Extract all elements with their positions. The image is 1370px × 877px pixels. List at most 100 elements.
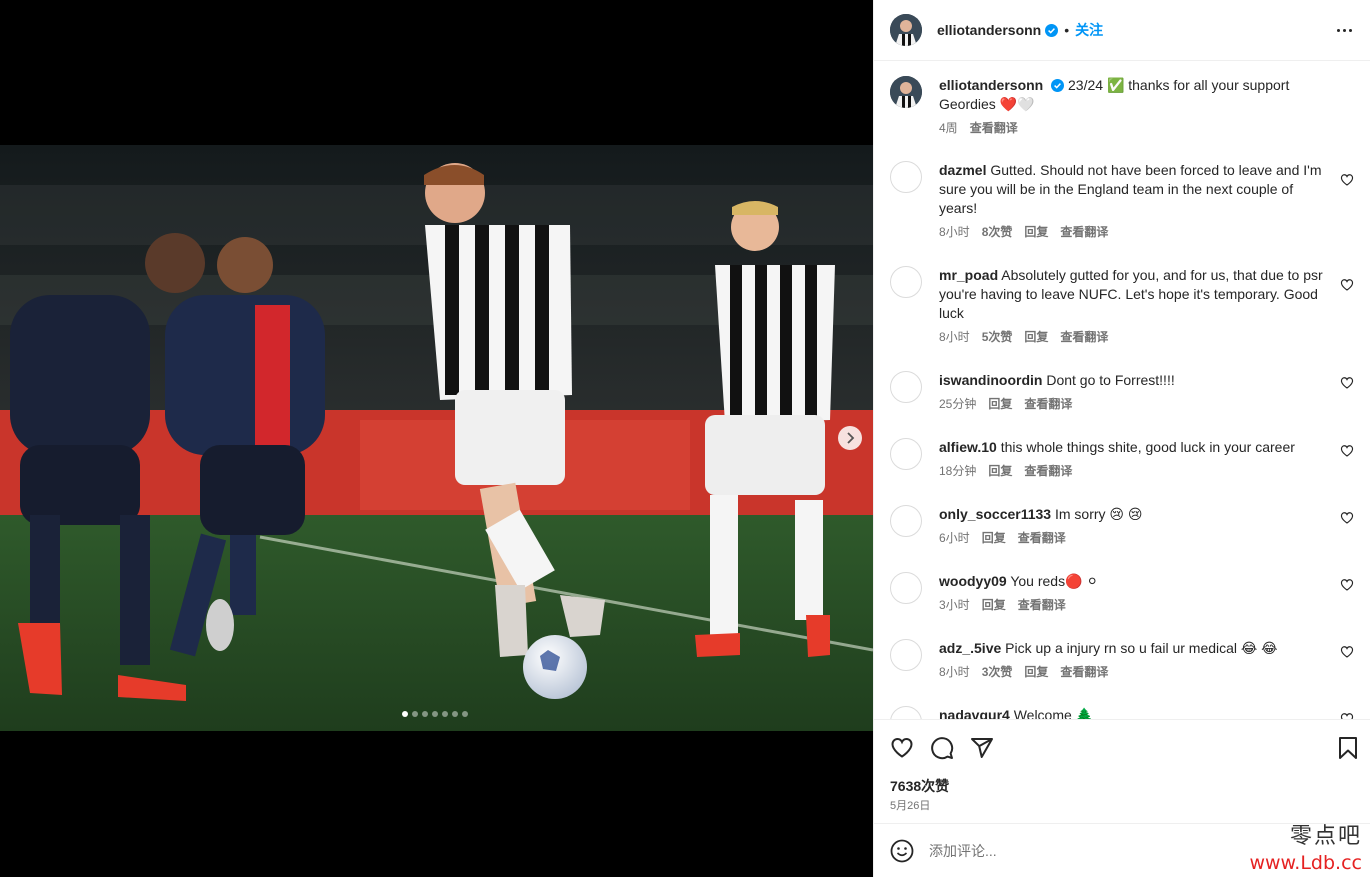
comment-like-count[interactable]: 8次赞 [982, 223, 1013, 242]
carousel-indicator [402, 711, 468, 717]
football-photo [0, 145, 873, 731]
comment-item: dazmel Gutted. Should not have been forc… [890, 161, 1354, 242]
comment-like-icon[interactable] [1340, 444, 1354, 458]
comment-username[interactable]: woodyy09 [939, 573, 1007, 589]
caption-avatar[interactable] [890, 76, 922, 108]
comment-time: 25分钟 [939, 397, 977, 411]
comment-item: nadavgur4 Welcome 🌲 [890, 706, 1354, 719]
comment-reply-button[interactable]: 回复 [988, 462, 1012, 481]
comment-translate-button[interactable]: 查看翻译 [1018, 596, 1066, 615]
caption-time: 4周 [939, 121, 958, 135]
media-viewer [0, 0, 873, 877]
author-avatar[interactable] [890, 14, 922, 46]
comment-like-icon[interactable] [1340, 278, 1354, 292]
comment-like-icon[interactable] [1340, 578, 1354, 592]
comment-like-count[interactable]: 3次赞 [982, 663, 1013, 682]
carousel-dot [422, 711, 428, 717]
comment-translate-button[interactable]: 查看翻译 [1024, 395, 1072, 414]
comment-reply-button[interactable]: 回复 [1024, 663, 1048, 682]
comment-time: 18分钟 [939, 464, 977, 478]
comments-list[interactable]: elliotandersonn 23/24 ✅ thanks for all y… [874, 61, 1370, 719]
chevron-right-icon [847, 432, 855, 444]
post-actions: 7638次赞 5月26日 [874, 719, 1370, 823]
comment-like-icon[interactable] [1340, 173, 1354, 187]
caption-translate-button[interactable]: 查看翻译 [970, 119, 1018, 138]
comment-time: 6小时 [939, 531, 970, 545]
comment-translate-button[interactable]: 查看翻译 [1024, 462, 1072, 481]
comment-reply-button[interactable]: 回复 [1024, 223, 1048, 242]
comment-item: iswandinoordin Dont go to Forrest!!!! 25分… [890, 371, 1354, 414]
author-username[interactable]: elliotandersonn [937, 22, 1041, 38]
comment-translate-button[interactable]: 查看翻译 [1060, 223, 1108, 242]
comment-like-icon[interactable] [1340, 376, 1354, 390]
comment-icon[interactable] [930, 736, 954, 760]
commenter-avatar[interactable] [890, 161, 922, 193]
caption-username[interactable]: elliotandersonn [939, 77, 1043, 93]
comment-translate-button[interactable]: 查看翻译 [1018, 529, 1066, 548]
commenter-avatar[interactable] [890, 266, 922, 298]
emoji-icon[interactable] [890, 839, 914, 863]
comment-reply-button[interactable]: 回复 [1024, 328, 1048, 347]
comment-username[interactable]: alfiew.10 [939, 439, 997, 455]
comment-item: alfiew.10 this whole things shite, good … [890, 438, 1354, 481]
comment-username[interactable]: adz_.5ive [939, 640, 1001, 656]
comment-reply-button[interactable]: 回复 [982, 596, 1006, 615]
comment-item: only_soccer1133 Im sorry 😢 😢 6小时 回复 查看翻译 [890, 505, 1354, 548]
post-date: 5月26日 [890, 800, 931, 812]
verified-icon [1051, 79, 1065, 92]
carousel-next-button[interactable] [838, 426, 862, 450]
commenter-avatar[interactable] [890, 572, 922, 604]
carousel-dot [442, 711, 448, 717]
carousel-dot [402, 711, 408, 717]
carousel-dot [462, 711, 468, 717]
carousel-dot [452, 711, 458, 717]
comment-translate-button[interactable]: 查看翻译 [1060, 328, 1108, 347]
watermark-line-1: 零点吧 [1289, 824, 1362, 849]
heart-icon[interactable] [890, 736, 914, 760]
more-icon[interactable] [1332, 20, 1356, 40]
comment-time: 3小时 [939, 598, 970, 612]
watermark-line-2: www.Ldb.cc [1249, 852, 1362, 874]
commenter-avatar[interactable] [890, 505, 922, 537]
comment-text: Dont go to Forrest!!!! [1046, 372, 1175, 388]
post-caption: elliotandersonn 23/24 ✅ thanks for all y… [890, 76, 1354, 138]
comment-username[interactable]: mr_poad [939, 267, 998, 283]
comment-like-icon[interactable] [1340, 511, 1354, 525]
comment-text: Gutted. Should not have been forced to l… [939, 162, 1322, 216]
comment-like-count[interactable]: 5次赞 [982, 328, 1013, 347]
comment-translate-button[interactable]: 查看翻译 [1060, 663, 1108, 682]
comment-input[interactable] [929, 842, 1229, 859]
comment-text: You reds🔴 ⚪ [1010, 573, 1099, 589]
post-side-panel: elliotandersonn • 关注 elliotandersonn 23/… [873, 0, 1370, 877]
post-photo[interactable] [0, 145, 873, 731]
header-separator: • [1064, 22, 1070, 38]
comment-item: mr_poad Absolutely gutted for you, and f… [890, 266, 1354, 347]
comment-like-icon[interactable] [1340, 645, 1354, 659]
post-header: elliotandersonn • 关注 [874, 0, 1370, 61]
add-comment-bar: 零点吧 www.Ldb.cc [874, 823, 1370, 877]
comment-reply-button[interactable]: 回复 [988, 395, 1012, 414]
comment-username[interactable]: only_soccer1133 [939, 506, 1051, 522]
commenter-avatar[interactable] [890, 639, 922, 671]
share-icon[interactable] [970, 736, 994, 760]
comment-text: Pick up a injury rn so u fail ur medical… [1005, 640, 1278, 656]
watermark: 零点吧 www.Ldb.cc [1249, 826, 1362, 873]
comment-item: adz_.5ive Pick up a injury rn so u fail … [890, 639, 1354, 682]
comment-time: 8小时 [939, 330, 970, 344]
bookmark-icon[interactable] [1337, 736, 1359, 760]
follow-button[interactable]: 关注 [1075, 20, 1103, 40]
commenter-avatar[interactable] [890, 438, 922, 470]
comment-username[interactable]: nadavgur4 [939, 707, 1010, 719]
comment-time: 8小时 [939, 225, 970, 239]
comment-reply-button[interactable]: 回复 [982, 529, 1006, 548]
commenter-avatar[interactable] [890, 371, 922, 403]
comment-text: this whole things shite, good luck in yo… [1000, 439, 1295, 455]
comment-like-icon[interactable] [1340, 712, 1354, 719]
commenter-avatar[interactable] [890, 706, 922, 719]
comment-time: 8小时 [939, 665, 970, 679]
comment-username[interactable]: dazmel [939, 162, 986, 178]
carousel-dot [412, 711, 418, 717]
like-count[interactable]: 7638次赞 [890, 776, 949, 796]
comment-username[interactable]: iswandinoordin [939, 372, 1042, 388]
comment-text: Welcome 🌲 [1013, 707, 1094, 719]
